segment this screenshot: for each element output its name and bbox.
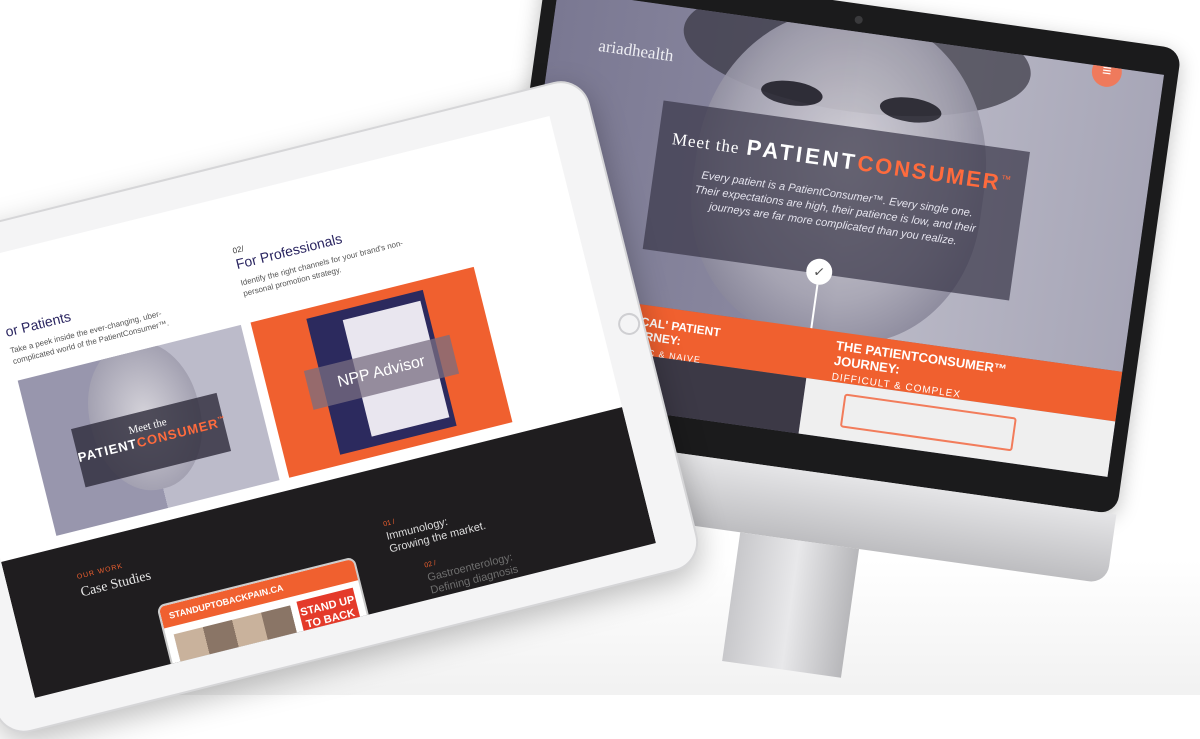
home-button-icon[interactable]: [615, 310, 643, 338]
title-consumer: CONSUMER: [855, 150, 1003, 196]
card-trademark: ™: [216, 415, 227, 424]
imac-stand: [722, 532, 860, 678]
title-patient: PATIENT: [745, 134, 860, 175]
left-eye: [759, 77, 825, 110]
meet-lead: Meet the: [670, 129, 741, 158]
trademark: ™: [1000, 173, 1013, 187]
camera-icon: [854, 15, 864, 25]
right-eye: [878, 93, 944, 127]
